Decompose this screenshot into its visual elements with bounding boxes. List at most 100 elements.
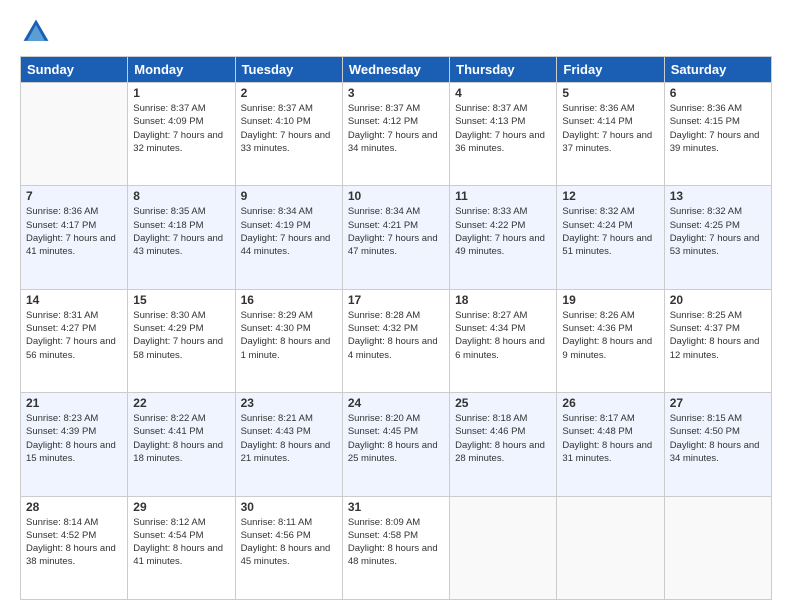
calendar-cell: 6 Sunrise: 8:36 AMSunset: 4:15 PMDaylight… (664, 83, 771, 186)
day-number: 17 (348, 293, 444, 307)
day-number: 25 (455, 396, 551, 410)
day-info: Sunrise: 8:37 AMSunset: 4:10 PMDaylight:… (241, 102, 337, 155)
calendar-cell: 21 Sunrise: 8:23 AMSunset: 4:39 PMDayligh… (21, 393, 128, 496)
week-row-0: 1 Sunrise: 8:37 AMSunset: 4:09 PMDaylight… (21, 83, 772, 186)
day-number: 2 (241, 86, 337, 100)
calendar-cell: 3 Sunrise: 8:37 AMSunset: 4:12 PMDaylight… (342, 83, 449, 186)
calendar-cell: 9 Sunrise: 8:34 AMSunset: 4:19 PMDaylight… (235, 186, 342, 289)
day-info: Sunrise: 8:37 AMSunset: 4:09 PMDaylight:… (133, 102, 229, 155)
day-info: Sunrise: 8:31 AMSunset: 4:27 PMDaylight:… (26, 309, 122, 362)
day-number: 6 (670, 86, 766, 100)
header (20, 16, 772, 48)
day-number: 1 (133, 86, 229, 100)
calendar-cell: 25 Sunrise: 8:18 AMSunset: 4:46 PMDayligh… (450, 393, 557, 496)
day-info: Sunrise: 8:34 AMSunset: 4:21 PMDaylight:… (348, 205, 444, 258)
calendar-cell: 2 Sunrise: 8:37 AMSunset: 4:10 PMDaylight… (235, 83, 342, 186)
day-info: Sunrise: 8:23 AMSunset: 4:39 PMDaylight:… (26, 412, 122, 465)
calendar-cell (557, 496, 664, 599)
day-number: 20 (670, 293, 766, 307)
weekday-header-row: SundayMondayTuesdayWednesdayThursdayFrid… (21, 57, 772, 83)
logo-icon (20, 16, 52, 48)
calendar-cell: 28 Sunrise: 8:14 AMSunset: 4:52 PMDayligh… (21, 496, 128, 599)
calendar-cell (664, 496, 771, 599)
day-info: Sunrise: 8:34 AMSunset: 4:19 PMDaylight:… (241, 205, 337, 258)
day-info: Sunrise: 8:28 AMSunset: 4:32 PMDaylight:… (348, 309, 444, 362)
day-number: 13 (670, 189, 766, 203)
day-info: Sunrise: 8:33 AMSunset: 4:22 PMDaylight:… (455, 205, 551, 258)
day-number: 10 (348, 189, 444, 203)
week-row-4: 28 Sunrise: 8:14 AMSunset: 4:52 PMDayligh… (21, 496, 772, 599)
day-info: Sunrise: 8:37 AMSunset: 4:12 PMDaylight:… (348, 102, 444, 155)
day-info: Sunrise: 8:21 AMSunset: 4:43 PMDaylight:… (241, 412, 337, 465)
day-info: Sunrise: 8:25 AMSunset: 4:37 PMDaylight:… (670, 309, 766, 362)
calendar-cell: 8 Sunrise: 8:35 AMSunset: 4:18 PMDaylight… (128, 186, 235, 289)
day-number: 9 (241, 189, 337, 203)
day-number: 28 (26, 500, 122, 514)
day-info: Sunrise: 8:26 AMSunset: 4:36 PMDaylight:… (562, 309, 658, 362)
day-info: Sunrise: 8:32 AMSunset: 4:25 PMDaylight:… (670, 205, 766, 258)
day-number: 19 (562, 293, 658, 307)
day-number: 16 (241, 293, 337, 307)
day-number: 22 (133, 396, 229, 410)
day-info: Sunrise: 8:20 AMSunset: 4:45 PMDaylight:… (348, 412, 444, 465)
week-row-1: 7Sunrise: 8:36 AMSunset: 4:17 PMDaylight… (21, 186, 772, 289)
weekday-header-monday: Monday (128, 57, 235, 83)
calendar-cell: 30 Sunrise: 8:11 AMSunset: 4:56 PMDayligh… (235, 496, 342, 599)
day-number: 14 (26, 293, 122, 307)
calendar-cell (21, 83, 128, 186)
day-info: Sunrise: 8:11 AMSunset: 4:56 PMDaylight:… (241, 516, 337, 569)
weekday-header-sunday: Sunday (21, 57, 128, 83)
day-info: Sunrise: 8:36 AMSunset: 4:15 PMDaylight:… (670, 102, 766, 155)
day-info: Sunrise: 8:12 AMSunset: 4:54 PMDaylight:… (133, 516, 229, 569)
day-number: 15 (133, 293, 229, 307)
day-number: 31 (348, 500, 444, 514)
day-info: Sunrise: 8:36 AMSunset: 4:14 PMDaylight:… (562, 102, 658, 155)
calendar-cell: 5Sunrise: 8:36 AMSunset: 4:14 PMDaylight… (557, 83, 664, 186)
calendar-cell: 7Sunrise: 8:36 AMSunset: 4:17 PMDaylight… (21, 186, 128, 289)
calendar-cell: 15Sunrise: 8:30 AMSunset: 4:29 PMDayligh… (128, 289, 235, 392)
day-number: 29 (133, 500, 229, 514)
weekday-header-thursday: Thursday (450, 57, 557, 83)
day-info: Sunrise: 8:22 AMSunset: 4:41 PMDaylight:… (133, 412, 229, 465)
day-number: 12 (562, 189, 658, 203)
day-info: Sunrise: 8:35 AMSunset: 4:18 PMDaylight:… (133, 205, 229, 258)
weekday-header-saturday: Saturday (664, 57, 771, 83)
calendar-cell: 22 Sunrise: 8:22 AMSunset: 4:41 PMDayligh… (128, 393, 235, 496)
day-number: 3 (348, 86, 444, 100)
calendar-cell: 11Sunrise: 8:33 AMSunset: 4:22 PMDayligh… (450, 186, 557, 289)
day-info: Sunrise: 8:37 AMSunset: 4:13 PMDaylight:… (455, 102, 551, 155)
calendar-cell: 26 Sunrise: 8:17 AMSunset: 4:48 PMDayligh… (557, 393, 664, 496)
day-number: 26 (562, 396, 658, 410)
week-row-2: 14 Sunrise: 8:31 AMSunset: 4:27 PMDayligh… (21, 289, 772, 392)
weekday-header-friday: Friday (557, 57, 664, 83)
calendar-cell: 23Sunrise: 8:21 AMSunset: 4:43 PMDayligh… (235, 393, 342, 496)
calendar-cell: 13 Sunrise: 8:32 AMSunset: 4:25 PMDayligh… (664, 186, 771, 289)
day-number: 30 (241, 500, 337, 514)
day-number: 8 (133, 189, 229, 203)
calendar-cell: 29 Sunrise: 8:12 AMSunset: 4:54 PMDayligh… (128, 496, 235, 599)
day-number: 27 (670, 396, 766, 410)
weekday-header-tuesday: Tuesday (235, 57, 342, 83)
day-info: Sunrise: 8:17 AMSunset: 4:48 PMDaylight:… (562, 412, 658, 465)
day-info: Sunrise: 8:32 AMSunset: 4:24 PMDaylight:… (562, 205, 658, 258)
calendar-cell: 10 Sunrise: 8:34 AMSunset: 4:21 PMDayligh… (342, 186, 449, 289)
day-info: Sunrise: 8:14 AMSunset: 4:52 PMDaylight:… (26, 516, 122, 569)
day-number: 7 (26, 189, 122, 203)
weekday-header-wednesday: Wednesday (342, 57, 449, 83)
day-info: Sunrise: 8:27 AMSunset: 4:34 PMDaylight:… (455, 309, 551, 362)
logo (20, 16, 58, 48)
calendar-cell: 16Sunrise: 8:29 AMSunset: 4:30 PMDayligh… (235, 289, 342, 392)
day-number: 21 (26, 396, 122, 410)
day-number: 4 (455, 86, 551, 100)
calendar-cell (450, 496, 557, 599)
week-row-3: 21 Sunrise: 8:23 AMSunset: 4:39 PMDayligh… (21, 393, 772, 496)
calendar-cell: 4 Sunrise: 8:37 AMSunset: 4:13 PMDaylight… (450, 83, 557, 186)
day-info: Sunrise: 8:09 AMSunset: 4:58 PMDaylight:… (348, 516, 444, 569)
calendar-cell: 17 Sunrise: 8:28 AMSunset: 4:32 PMDayligh… (342, 289, 449, 392)
calendar-cell: 31 Sunrise: 8:09 AMSunset: 4:58 PMDayligh… (342, 496, 449, 599)
day-info: Sunrise: 8:18 AMSunset: 4:46 PMDaylight:… (455, 412, 551, 465)
calendar-cell: 19 Sunrise: 8:26 AMSunset: 4:36 PMDayligh… (557, 289, 664, 392)
day-number: 24 (348, 396, 444, 410)
calendar-cell: 18Sunrise: 8:27 AMSunset: 4:34 PMDayligh… (450, 289, 557, 392)
calendar-page: SundayMondayTuesdayWednesdayThursdayFrid… (0, 0, 792, 612)
